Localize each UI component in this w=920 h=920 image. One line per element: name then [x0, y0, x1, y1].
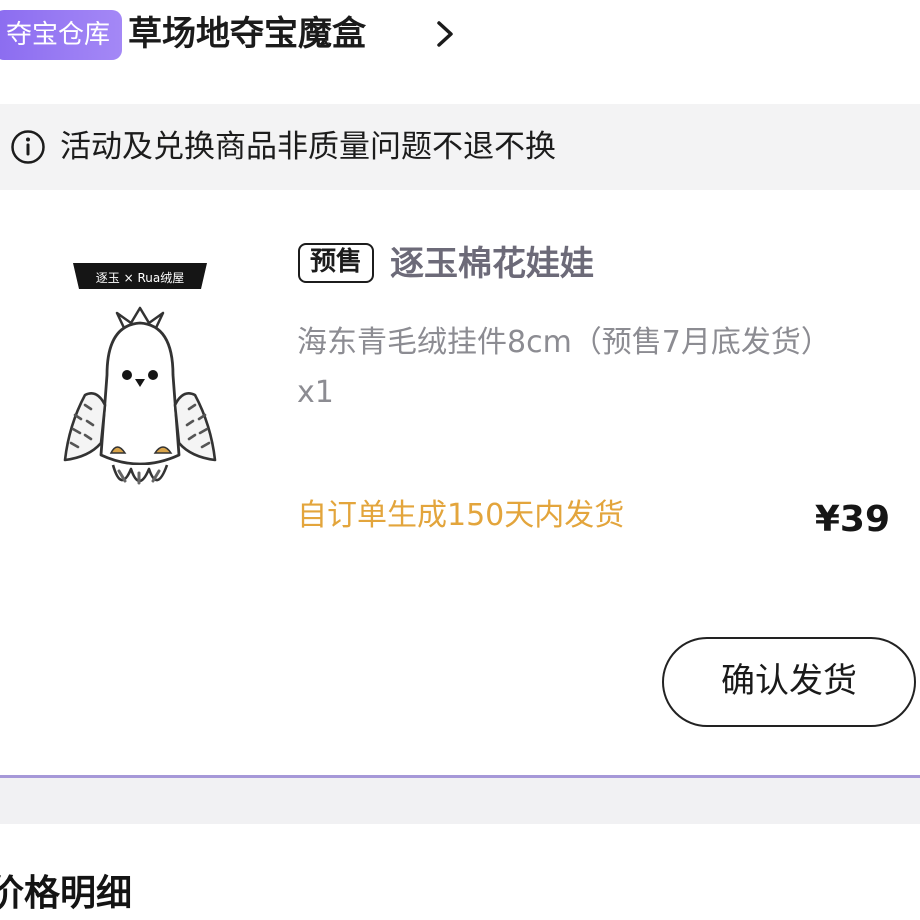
price-details-heading: 价格明细 [0, 873, 133, 914]
product-price: ¥39 [814, 499, 890, 540]
product-image[interactable]: 逐玉 × Rua绒屋 [55, 255, 225, 500]
notice-bar: 活动及兑换商品非质量问题不退不换 [0, 104, 920, 190]
info-icon [11, 130, 45, 164]
order-confirm-page: 夺宝仓库 草场地夺宝魔盒 活动及兑换商品非质量问题不退不换 逐玉 × Rua绒屋 [0, 0, 920, 920]
section-spacer [0, 778, 920, 824]
product-image-banner: 逐玉 × Rua绒屋 [73, 263, 207, 289]
notice-text: 活动及兑换商品非质量问题不退不换 [60, 129, 556, 165]
product-image-banner-text: 逐玉 × Rua绒屋 [96, 271, 184, 285]
shipping-note: 自订单生成150天内发货 [297, 498, 625, 533]
product-spec: 海东青毛绒挂件8cm（预售7月底发货） x1 [297, 325, 831, 410]
shop-title[interactable]: 草场地夺宝魔盒 [128, 8, 366, 60]
shop-badge: 夺宝仓库 [0, 10, 123, 60]
confirm-shipment-button[interactable]: 确认发货 [662, 637, 916, 727]
shop-header[interactable]: 夺宝仓库 草场地夺宝魔盒 [0, 0, 920, 70]
product-title[interactable]: 逐玉棉花娃娃 [390, 238, 594, 290]
presale-badge: 预售 [298, 243, 374, 283]
chevron-right-icon[interactable] [430, 18, 462, 50]
